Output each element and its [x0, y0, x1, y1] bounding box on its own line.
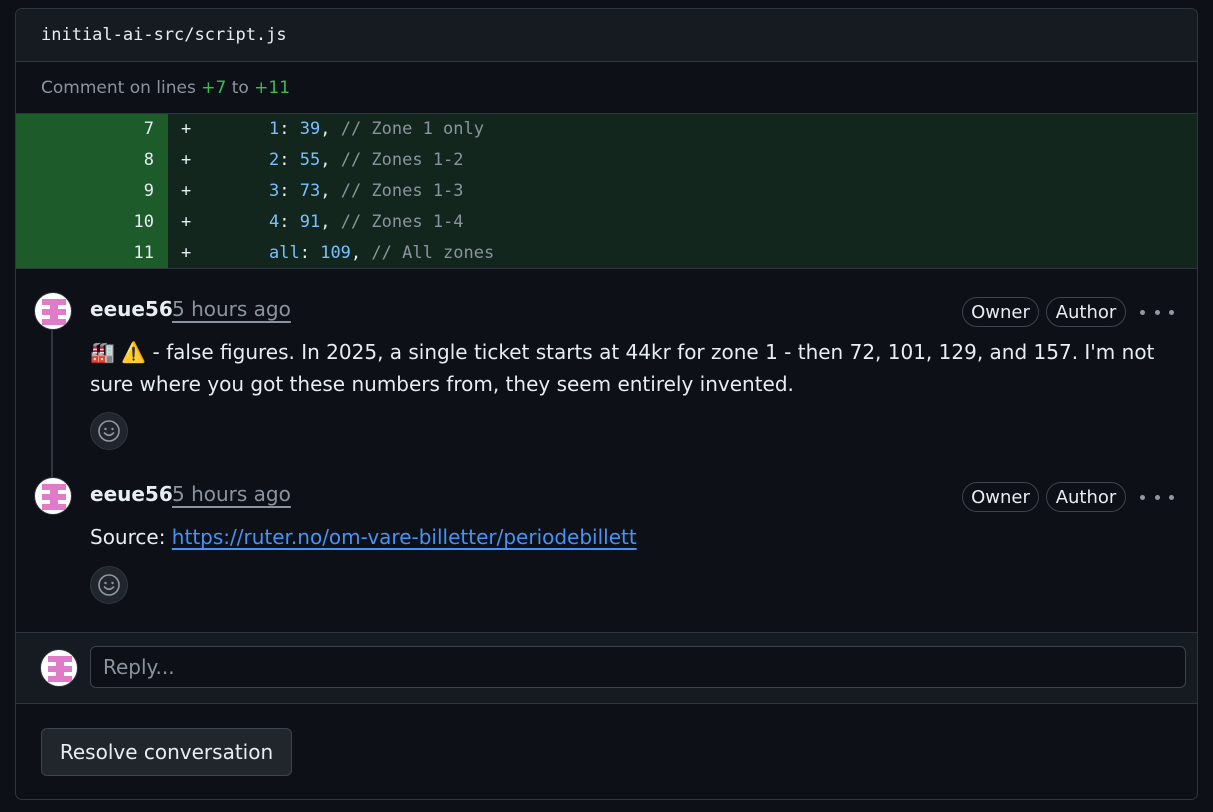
- code-value: 91: [299, 211, 321, 232]
- comment-text: - false figures. In 2025, a single ticke…: [90, 340, 1155, 396]
- code-key: 1: [269, 119, 280, 140]
- code-colon: :: [279, 180, 300, 201]
- code-value: 73: [299, 180, 321, 201]
- code-key: 4: [269, 211, 280, 232]
- smiley-icon: [98, 574, 120, 596]
- added-marker: +: [181, 119, 192, 140]
- line-number[interactable]: 11: [54, 243, 154, 263]
- file-path-header[interactable]: initial-ai-src/script.js: [16, 9, 1197, 62]
- code-line: 4: 91, // Zones 1-4: [269, 212, 464, 232]
- comment-body: 🏭 ⚠️ - false figures. In 2025, a single …: [90, 336, 1180, 400]
- diff-line[interactable]: 9 +3: 73, // Zones 1-3: [16, 175, 1197, 207]
- comment-body: Source: https://ruter.no/om-vare-billett…: [90, 521, 637, 553]
- more-options-icon[interactable]: [1140, 302, 1174, 322]
- more-options-icon[interactable]: [1140, 487, 1174, 507]
- comment-range-start: +7: [201, 77, 227, 98]
- identicon-icon: [48, 656, 72, 682]
- code-key: 3: [269, 180, 280, 201]
- code-comment: // Zone 1 only: [340, 119, 484, 140]
- resolve-conversation-button[interactable]: Resolve conversation: [41, 728, 292, 776]
- code-colon: :: [279, 211, 300, 232]
- owner-badge: Owner: [962, 297, 1039, 327]
- code-comma: ,: [320, 180, 341, 201]
- reply-input[interactable]: [90, 646, 1186, 688]
- code-value: 109: [320, 242, 351, 263]
- comment-timestamp[interactable]: 5 hours ago: [172, 482, 291, 506]
- source-label: Source:: [90, 525, 166, 549]
- diff-line[interactable]: 10 +4: 91, // Zones 1-4: [16, 206, 1197, 238]
- code-comment: // Zones 1-3: [340, 180, 464, 201]
- code-comma: ,: [320, 211, 341, 232]
- comment-timestamp[interactable]: 5 hours ago: [172, 297, 291, 321]
- code-colon: :: [279, 150, 300, 171]
- author-badge: Author: [1046, 482, 1126, 512]
- code-line: 2: 55, // Zones 1-2: [269, 150, 464, 170]
- added-marker: +: [181, 150, 192, 171]
- identicon-icon: [42, 299, 66, 325]
- avatar[interactable]: [34, 477, 72, 515]
- source-link[interactable]: https://ruter.no/om-vare-billetter/perio…: [172, 525, 637, 549]
- code-line: 3: 73, // Zones 1-3: [269, 181, 464, 201]
- line-number[interactable]: 10: [54, 212, 154, 232]
- code-line: all: 109, // All zones: [269, 243, 494, 263]
- comment-author[interactable]: eeue56: [90, 482, 173, 506]
- code-colon: :: [279, 119, 300, 140]
- comment-range-middle: to: [231, 77, 249, 98]
- smiley-icon: [98, 420, 120, 442]
- added-marker: +: [181, 180, 192, 201]
- code-comment: // Zones 1-4: [340, 211, 464, 232]
- comment-range-prefix: Comment on lines: [41, 77, 196, 98]
- file-path[interactable]: initial-ai-src/script.js: [41, 25, 287, 45]
- code-line: 1: 39, // Zone 1 only: [269, 119, 484, 139]
- owner-badge: Owner: [962, 482, 1039, 512]
- line-number[interactable]: 7: [54, 119, 154, 139]
- comment-line-range: Comment on lines +7 to +11: [16, 62, 1197, 114]
- code-value: 39: [299, 119, 321, 140]
- code-key: 2: [269, 150, 280, 171]
- line-number[interactable]: 8: [54, 150, 154, 170]
- diff-line[interactable]: 7 +1: 39, // Zone 1 only: [16, 114, 1197, 145]
- add-reaction-button[interactable]: [90, 412, 128, 450]
- diff-line[interactable]: 8 +2: 55, // Zones 1-2: [16, 144, 1197, 176]
- comment-author[interactable]: eeue56: [90, 297, 173, 321]
- code-comma: ,: [320, 150, 341, 171]
- line-number[interactable]: 9: [54, 181, 154, 201]
- author-badge: Author: [1046, 297, 1126, 327]
- code-comment: // Zones 1-2: [340, 150, 464, 171]
- identicon-icon: [42, 484, 66, 510]
- code-comma: ,: [350, 242, 372, 263]
- code-key: all: [269, 242, 300, 263]
- avatar[interactable]: [34, 292, 72, 330]
- add-reaction-button[interactable]: [90, 566, 128, 604]
- reply-bar: [16, 632, 1197, 704]
- diff-line[interactable]: 11 + all: 109, // All zones: [16, 237, 1197, 268]
- code-colon: :: [299, 242, 321, 263]
- code-comment: // All zones: [371, 242, 495, 263]
- comment-range-end: +11: [254, 77, 291, 98]
- emoji-factory-warning: 🏭 ⚠️: [90, 340, 147, 364]
- code-value: 55: [299, 150, 321, 171]
- code-comma: ,: [320, 119, 341, 140]
- added-marker: +: [181, 211, 192, 232]
- thread-connector-line: [51, 327, 53, 477]
- review-thread: initial-ai-src/script.js Comment on line…: [15, 8, 1198, 800]
- current-user-avatar: [40, 649, 78, 687]
- added-marker: +: [181, 242, 192, 263]
- diff-hunk: 7 +1: 39, // Zone 1 only 8 +2: 55, // Zones…: [16, 114, 1197, 269]
